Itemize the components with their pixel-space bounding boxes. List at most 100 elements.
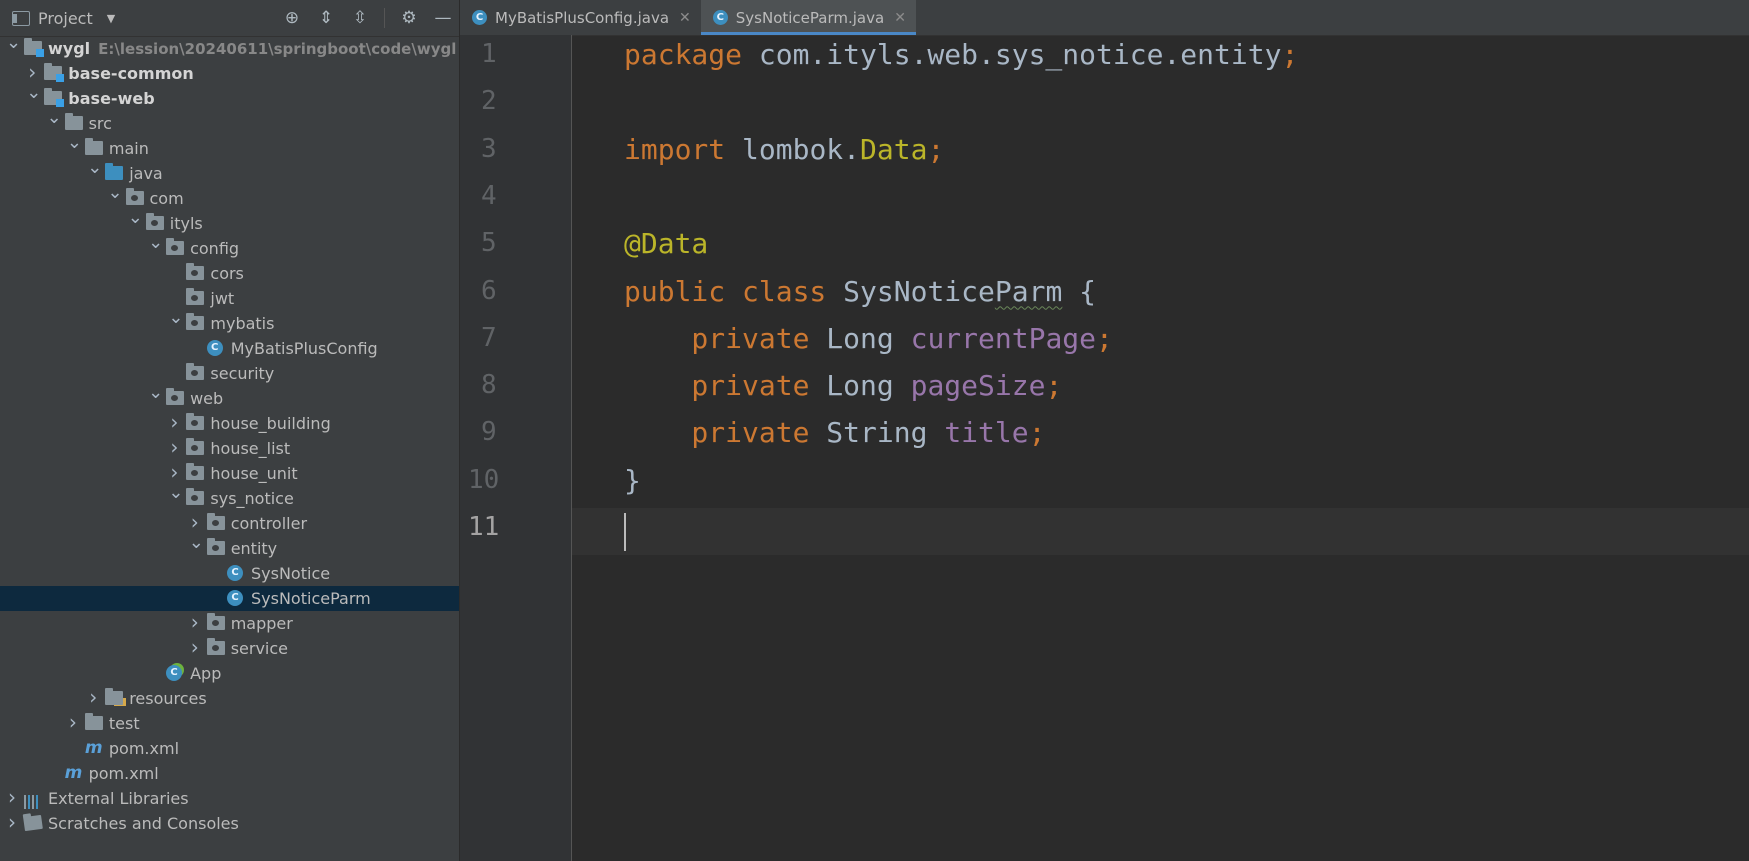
chevron-right-icon[interactable]: › — [168, 436, 180, 461]
chevron-down-icon[interactable]: ⌄ — [128, 209, 143, 236]
chevron-down-icon[interactable]: ⌄ — [108, 184, 123, 211]
package-icon — [186, 288, 205, 305]
tree-item-app[interactable]: C App — [0, 661, 459, 686]
code-editor[interactable]: 1 package com.ityls.web.sys_notice.entity… — [468, 35, 1749, 861]
tree-item-label: test — [108, 714, 140, 733]
tree-item-cors[interactable]: cors — [0, 261, 459, 286]
tree-item-pom-xml[interactable]: m pom.xml — [0, 761, 459, 786]
project-tree: ⌄ wygl E:\lession\20240611\springboot\code… — [0, 34, 459, 836]
tree-item-label: sys_notice — [210, 489, 294, 508]
tree-item-jwt[interactable]: jwt — [0, 286, 459, 311]
tree-item-label: jwt — [210, 289, 235, 308]
tree-item-base-common[interactable]: › base-common — [0, 61, 459, 86]
resources-folder-icon — [105, 688, 124, 705]
chevron-down-icon[interactable]: ⌄ — [148, 234, 163, 261]
code-line: package com.ityls.web.sys_notice.entity; — [624, 38, 1298, 71]
libraries-icon — [24, 791, 42, 809]
tree-item-pom-xml[interactable]: m pom.xml — [0, 736, 459, 761]
code-token: } — [624, 463, 641, 497]
tree-item-test[interactable]: › test — [0, 711, 459, 736]
view-selector-chevron-down-icon[interactable]: ▼ — [107, 12, 115, 25]
line-number: 9 — [481, 417, 497, 448]
tree-item-label: security — [210, 364, 275, 383]
tree-item-service[interactable]: › service — [0, 636, 459, 661]
chevron-down-icon[interactable]: ⌄ — [148, 384, 163, 411]
chevron-right-icon[interactable]: › — [67, 711, 79, 736]
tree-item-label: MyBatisPlusConfig — [230, 339, 378, 358]
tree-item-label: java — [129, 164, 163, 183]
package-icon — [186, 363, 205, 380]
tree-item-house-unit[interactable]: › house_unit — [0, 461, 459, 486]
chevron-right-icon[interactable]: › — [87, 686, 99, 711]
line-number: 11 — [468, 512, 500, 542]
close-icon[interactable]: ✕ — [679, 10, 691, 26]
chevron-right-icon[interactable]: › — [6, 811, 18, 836]
tree-item-main[interactable]: ⌄ main — [0, 134, 459, 161]
tree-item-mybatis[interactable]: ⌄ mybatis — [0, 309, 459, 336]
tree-item-java[interactable]: ⌄ java — [0, 159, 459, 186]
tree-item-external-libraries[interactable]: › External Libraries — [0, 786, 459, 811]
tree-item-label: entity — [230, 539, 278, 558]
chevron-down-icon[interactable]: ⌄ — [67, 134, 82, 161]
gear-icon[interactable]: ⚙ — [399, 8, 419, 28]
tree-item-scratches-and-consoles[interactable]: › Scratches and Consoles — [0, 811, 459, 836]
tree-item-sys-notice[interactable]: ⌄ sys_notice — [0, 484, 459, 511]
locate-icon[interactable]: ⊕ — [282, 8, 302, 28]
current-line-highlight — [572, 508, 1749, 555]
maven-icon: m — [84, 738, 103, 758]
tree-item-label: Scratches and Consoles — [48, 814, 239, 833]
tree-item-label: house_building — [210, 414, 331, 433]
package-icon — [186, 263, 205, 280]
tab-mybatisplusconfig-java[interactable]: C MyBatisPlusConfig.java ✕ — [460, 0, 701, 35]
chevron-down-icon[interactable]: ⌄ — [26, 84, 41, 111]
chevron-down-icon[interactable]: ⌄ — [168, 309, 183, 336]
code-token: String — [826, 416, 945, 450]
tree-item-sysnotice[interactable]: C SysNotice — [0, 561, 459, 586]
tree-item-web[interactable]: ⌄ web — [0, 384, 459, 411]
tree-item-house-list[interactable]: › house_list — [0, 436, 459, 461]
tree-item-mapper[interactable]: › mapper — [0, 611, 459, 636]
tree-item-sysnoticeparm[interactable]: C SysNoticeParm — [0, 586, 459, 611]
tree-item-label: mybatis — [210, 314, 275, 333]
code-token: Parm — [994, 274, 1063, 308]
line-number: 7 — [481, 322, 497, 353]
chevron-right-icon[interactable]: › — [189, 636, 201, 661]
tree-item-house-building[interactable]: › house_building — [0, 411, 459, 436]
tree-item-resources[interactable]: › resources — [0, 686, 459, 711]
line-number: 10 — [468, 464, 500, 495]
tree-item-wygl[interactable]: ⌄ wygl E:\lession\20240611\springboot\code… — [0, 34, 459, 61]
code-token: title — [944, 416, 1029, 450]
module-folder-icon — [44, 63, 65, 82]
tree-item-entity[interactable]: ⌄ entity — [0, 534, 459, 561]
code-token: ; — [1281, 38, 1299, 71]
tree-item-base-web[interactable]: ⌄ base-web — [0, 84, 459, 111]
collapse-all-icon[interactable]: ⇳ — [350, 8, 370, 28]
chevron-down-icon[interactable]: ⌄ — [189, 534, 204, 561]
tree-item-controller[interactable]: › controller — [0, 511, 459, 536]
chevron-down-icon[interactable]: ⌄ — [87, 159, 102, 186]
tree-item-label: External Libraries — [48, 789, 189, 808]
java-class-icon: C — [472, 10, 487, 25]
folder-icon — [84, 713, 103, 730]
tree-item-com[interactable]: ⌄ com — [0, 184, 459, 211]
minimize-icon[interactable]: — — [433, 8, 453, 28]
close-icon[interactable]: ✕ — [894, 10, 906, 26]
chevron-right-icon[interactable]: › — [168, 411, 180, 436]
tree-item-mybatisplusconfig[interactable]: C MyBatisPlusConfig — [0, 336, 459, 361]
chevron-down-icon[interactable]: ⌄ — [168, 484, 183, 511]
line-number: 4 — [481, 180, 497, 211]
chevron-right-icon[interactable]: › — [6, 786, 18, 811]
line-number: 8 — [481, 370, 497, 401]
chevron-down-icon[interactable]: ⌄ — [47, 109, 62, 136]
tree-item-label: pom.xml — [108, 739, 180, 758]
tree-item-security[interactable]: security — [0, 361, 459, 386]
scratches-icon — [23, 814, 43, 832]
tree-item-ityls[interactable]: ⌄ ityls — [0, 209, 459, 236]
tree-item-config[interactable]: ⌄ config — [0, 234, 459, 261]
java-class-icon: C — [227, 590, 243, 606]
chevron-down-icon[interactable]: ⌄ — [6, 34, 21, 61]
maven-icon: m — [64, 763, 83, 783]
expand-all-icon[interactable]: ⇕ — [316, 8, 336, 28]
tab-sysnoticeparm-java[interactable]: C SysNoticeParm.java ✕ — [700, 0, 917, 35]
chevron-right-icon[interactable]: › — [189, 611, 201, 636]
